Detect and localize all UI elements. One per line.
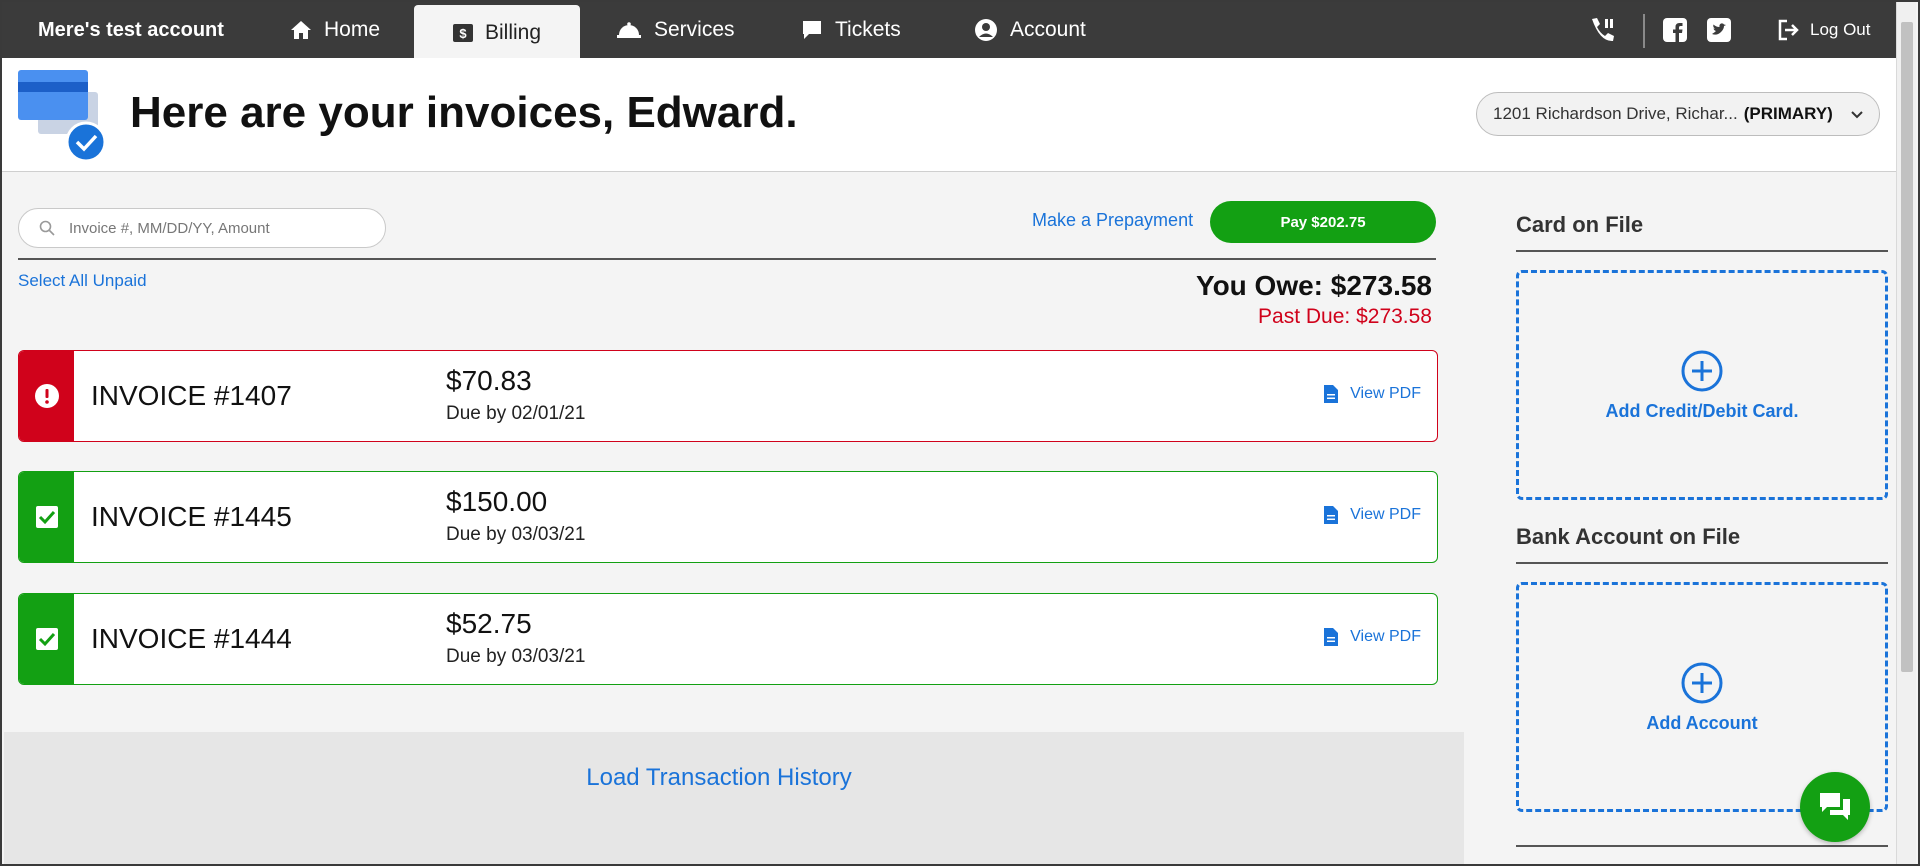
twitter-icon	[1707, 18, 1731, 42]
invoice-number: INVOICE #1407	[91, 380, 292, 411]
pdf-icon	[1324, 506, 1339, 524]
checkbox-checked-icon	[35, 628, 58, 650]
search-input[interactable]	[69, 219, 369, 237]
nav-services[interactable]: Services	[616, 2, 735, 58]
invoice-select-checkbox[interactable]	[19, 472, 74, 562]
view-pdf-label: View PDF	[1350, 506, 1421, 523]
invoice-due-date: Due by 02/01/21	[446, 403, 586, 424]
page-title: Here are your invoices, Edward.	[130, 88, 798, 137]
nav-home[interactable]: Home	[290, 2, 380, 58]
transaction-history-panel: Load Transaction History	[4, 732, 1464, 864]
add-card-box[interactable]: Add Credit/Debit Card.	[1516, 270, 1888, 500]
invoice-amount: $70.83	[446, 365, 532, 396]
page-scrollbar[interactable]	[1896, 2, 1916, 864]
nav-billing[interactable]: $ Billing	[414, 5, 580, 61]
invoice-due-date: Due by 03/03/21	[446, 646, 586, 667]
nav-separator	[1643, 14, 1645, 48]
phone-button[interactable]	[1588, 2, 1630, 58]
add-circle-icon	[1681, 662, 1723, 703]
brand-label: Mere's test account	[38, 18, 224, 41]
add-bank-label: Add Account	[1646, 712, 1758, 733]
logout-button[interactable]: Log Out	[1778, 2, 1871, 58]
page-header: Here are your invoices, Edward. 1201 Ric…	[2, 58, 1900, 172]
invoice-amount: $150.00	[446, 486, 548, 517]
past-due-total: Past Due: $273.58	[1258, 305, 1432, 328]
card-on-file-title: Card on File	[1516, 212, 1644, 237]
nav-account[interactable]: Account	[974, 2, 1086, 58]
view-pdf-link[interactable]: View PDF	[1324, 628, 1421, 646]
brand-link[interactable]: Mere's test account	[38, 2, 224, 58]
select-all-unpaid-link[interactable]: Select All Unpaid	[18, 271, 147, 291]
invoice-number: INVOICE #1444	[91, 623, 292, 654]
controls-divider	[18, 258, 1436, 260]
load-transaction-history-link[interactable]: Load Transaction History	[4, 764, 1434, 792]
view-pdf-label: View PDF	[1350, 385, 1421, 402]
invoice-cards-icon	[18, 70, 107, 163]
checkbox-checked-icon	[35, 506, 58, 528]
address-select[interactable]: 1201 Richardson Drive, Richar... (PRIMAR…	[1476, 92, 1880, 136]
view-pdf-link[interactable]: View PDF	[1324, 385, 1421, 403]
nav-services-label: Services	[654, 18, 735, 41]
logout-icon	[1778, 19, 1799, 41]
account-icon	[975, 19, 997, 41]
address-value: 1201 Richardson Drive, Richar...	[1493, 104, 1738, 123]
invoice-select-checkbox[interactable]	[19, 594, 74, 684]
twitter-link[interactable]	[1707, 2, 1743, 58]
nav-tickets[interactable]: Tickets	[801, 2, 901, 58]
pay-button[interactable]: Pay $202.75	[1210, 201, 1436, 243]
address-tag: (PRIMARY)	[1743, 104, 1833, 123]
invoice-card: INVOICE #1445 $150.00 Due by 03/03/21 Vi…	[18, 471, 1438, 563]
you-owe-total: You Owe: $273.58	[1195, 270, 1432, 301]
add-card-content: Add Credit/Debit Card.	[1519, 273, 1885, 497]
card-title-divider	[1516, 250, 1888, 252]
search-box	[18, 208, 386, 248]
svg-text:$: $	[459, 26, 467, 41]
make-prepayment-link[interactable]: Make a Prepayment	[1032, 210, 1193, 231]
nav-home-label: Home	[324, 18, 381, 41]
chat-icon	[1820, 793, 1850, 820]
view-pdf-link[interactable]: View PDF	[1324, 506, 1421, 524]
chat-button[interactable]	[1800, 772, 1870, 842]
facebook-icon	[1663, 18, 1687, 42]
pdf-icon	[1324, 385, 1339, 403]
nav-account-label: Account	[1010, 18, 1086, 41]
invoice-card: INVOICE #1407 $70.83 Due by 02/01/21 Vie…	[18, 350, 1438, 442]
top-nav: Mere's test account Home $ Billing Servi…	[2, 2, 1900, 61]
home-icon	[291, 21, 311, 39]
chevron-down-icon	[1851, 111, 1863, 119]
nav-tickets-label: Tickets	[835, 18, 901, 41]
bank-on-file-title: Bank Account on File	[1516, 524, 1741, 549]
tickets-icon	[803, 21, 821, 39]
invoice-status-toggle[interactable]	[19, 351, 74, 441]
nav-billing-label: Billing	[484, 21, 542, 44]
search-icon	[39, 220, 55, 236]
add-card-label: Add Credit/Debit Card.	[1605, 400, 1799, 421]
add-circle-icon	[1681, 350, 1723, 391]
services-icon	[617, 22, 641, 38]
alert-icon	[34, 384, 59, 408]
logout-label: Log Out	[1810, 20, 1871, 39]
bank-title-divider	[1516, 562, 1888, 564]
invoice-number: INVOICE #1445	[91, 501, 292, 532]
invoice-due-date: Due by 03/03/21	[446, 524, 586, 545]
invoice-amount: $52.75	[446, 608, 532, 639]
app-window: Mere's test account Home $ Billing Servi…	[0, 0, 1920, 866]
phone-icon	[1592, 18, 1614, 42]
scrollbar-thumb[interactable]	[1901, 22, 1913, 672]
invoice-card: INVOICE #1444 $52.75 Due by 03/03/21 Vie…	[18, 593, 1438, 685]
billing-icon: $	[452, 24, 473, 42]
pdf-icon	[1324, 628, 1339, 646]
view-pdf-label: View PDF	[1350, 628, 1421, 645]
facebook-link[interactable]	[1663, 2, 1699, 58]
sidebar-bottom-divider	[1516, 845, 1888, 847]
